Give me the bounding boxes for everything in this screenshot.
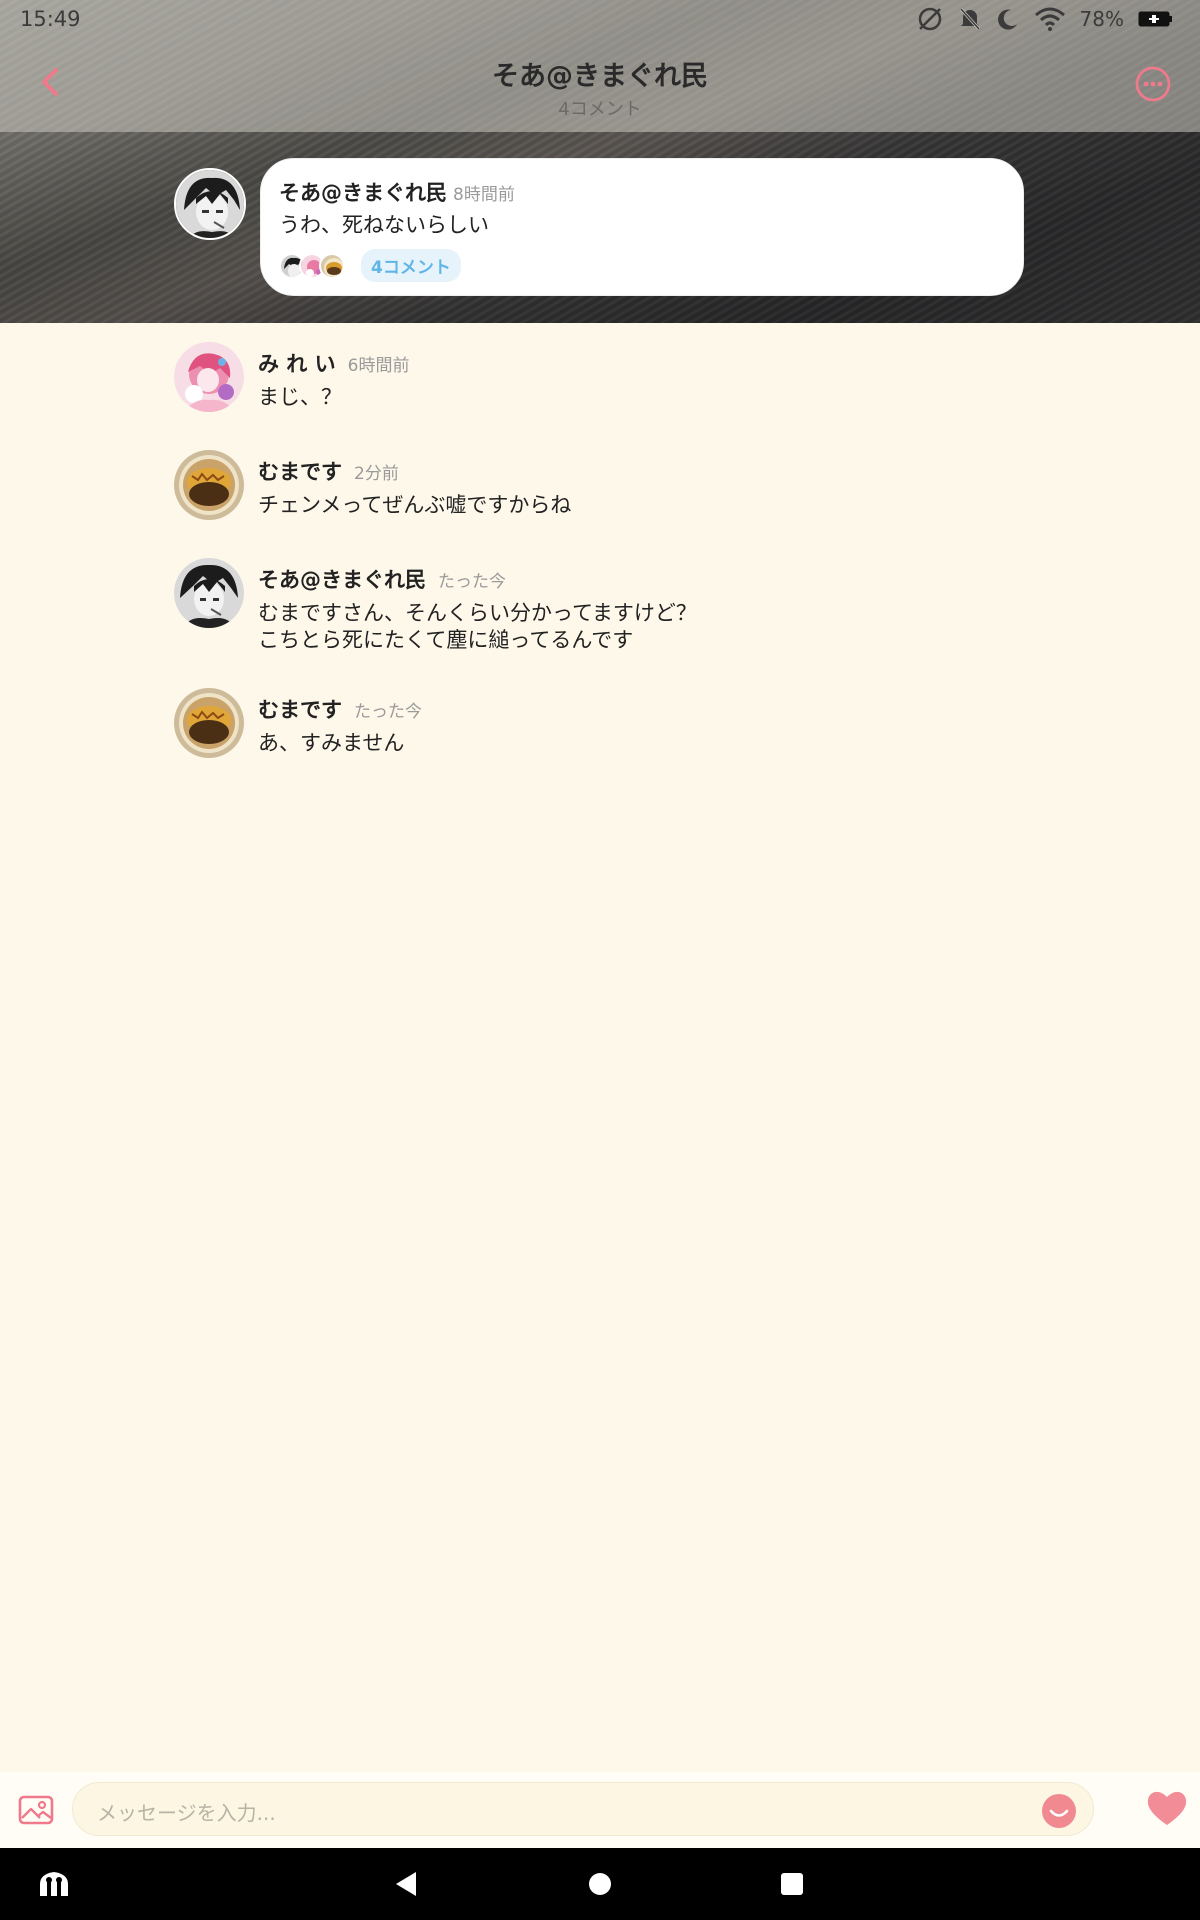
battery-percent: 78%	[1079, 7, 1124, 31]
status-time: 15:49	[20, 7, 81, 31]
comment-time: たった今	[354, 702, 422, 722]
comment-text: むまですさん、そんくらい分かってますけど？ こちとら死にたくて塵に縋ってるんです	[258, 600, 697, 654]
avatar[interactable]	[174, 558, 244, 628]
avatar[interactable]	[174, 688, 244, 758]
comment-author[interactable]: そあ@きまぐれ民	[258, 564, 426, 594]
comment-time: たった今	[438, 572, 506, 592]
assistant-icon[interactable]	[36, 1866, 72, 1902]
more-options-button[interactable]	[1134, 65, 1172, 103]
battery-icon	[1138, 11, 1172, 27]
avatar[interactable]	[174, 168, 246, 240]
comment-text: あ、すみません	[258, 731, 405, 755]
back-button[interactable]	[30, 62, 70, 102]
home-nav-icon[interactable]	[582, 1866, 618, 1902]
moon-icon	[997, 9, 1017, 30]
mini-avatar	[319, 252, 345, 279]
page-title: そあ@きまぐれ民	[492, 61, 708, 92]
avatar[interactable]	[174, 342, 244, 412]
comment-text-line: こちとら死にたくて塵に縋ってるんです	[258, 628, 634, 652]
message-input[interactable]: メッセージを入力...	[72, 1782, 1094, 1836]
message-input-bar: メッセージを入力...	[0, 1772, 1200, 1848]
commenter-avatars	[279, 252, 345, 279]
post-author[interactable]: そあ@きまぐれ民	[279, 177, 447, 207]
message-input-placeholder: メッセージを入力...	[97, 1801, 276, 1825]
comment-text-line: むまですさん、そんくらい分かってますけど？	[258, 601, 697, 625]
system-nav-bar	[0, 1848, 1200, 1920]
comment-time: 2分前	[354, 464, 399, 484]
comment-author[interactable]: み れ い	[258, 348, 336, 378]
comment-time: 6時間前	[347, 356, 410, 376]
comment-text: まじ、？	[258, 385, 342, 409]
post-text: うわ、死ねないらしい	[279, 213, 489, 237]
post-card[interactable]: そあ@きまぐれ民 8時間前 うわ、死ねないらしい 4コメント	[260, 158, 1024, 296]
emoji-button[interactable]	[1041, 1793, 1077, 1829]
status-bar: 15:49 78%	[0, 0, 1200, 36]
back-nav-icon[interactable]	[388, 1866, 424, 1902]
image-attach-button[interactable]	[18, 1794, 54, 1826]
page-subtitle: 4コメント	[558, 99, 642, 120]
comment-author[interactable]: むまです	[258, 694, 342, 724]
post-time: 8時間前	[453, 185, 515, 205]
wifi-icon	[1034, 7, 1065, 31]
no-sync-icon	[918, 7, 941, 31]
comment-count-pill[interactable]: 4コメント	[361, 249, 461, 282]
recents-nav-icon[interactable]	[774, 1866, 810, 1902]
mute-icon	[959, 7, 980, 31]
comment-text: チェンメってぜんぶ嘘ですからね	[258, 493, 572, 517]
comment-author[interactable]: むまです	[258, 456, 342, 486]
like-heart-button[interactable]	[1146, 1788, 1188, 1828]
top-nav: そあ@きまぐれ民 4コメント	[0, 36, 1200, 132]
avatar[interactable]	[174, 450, 244, 520]
